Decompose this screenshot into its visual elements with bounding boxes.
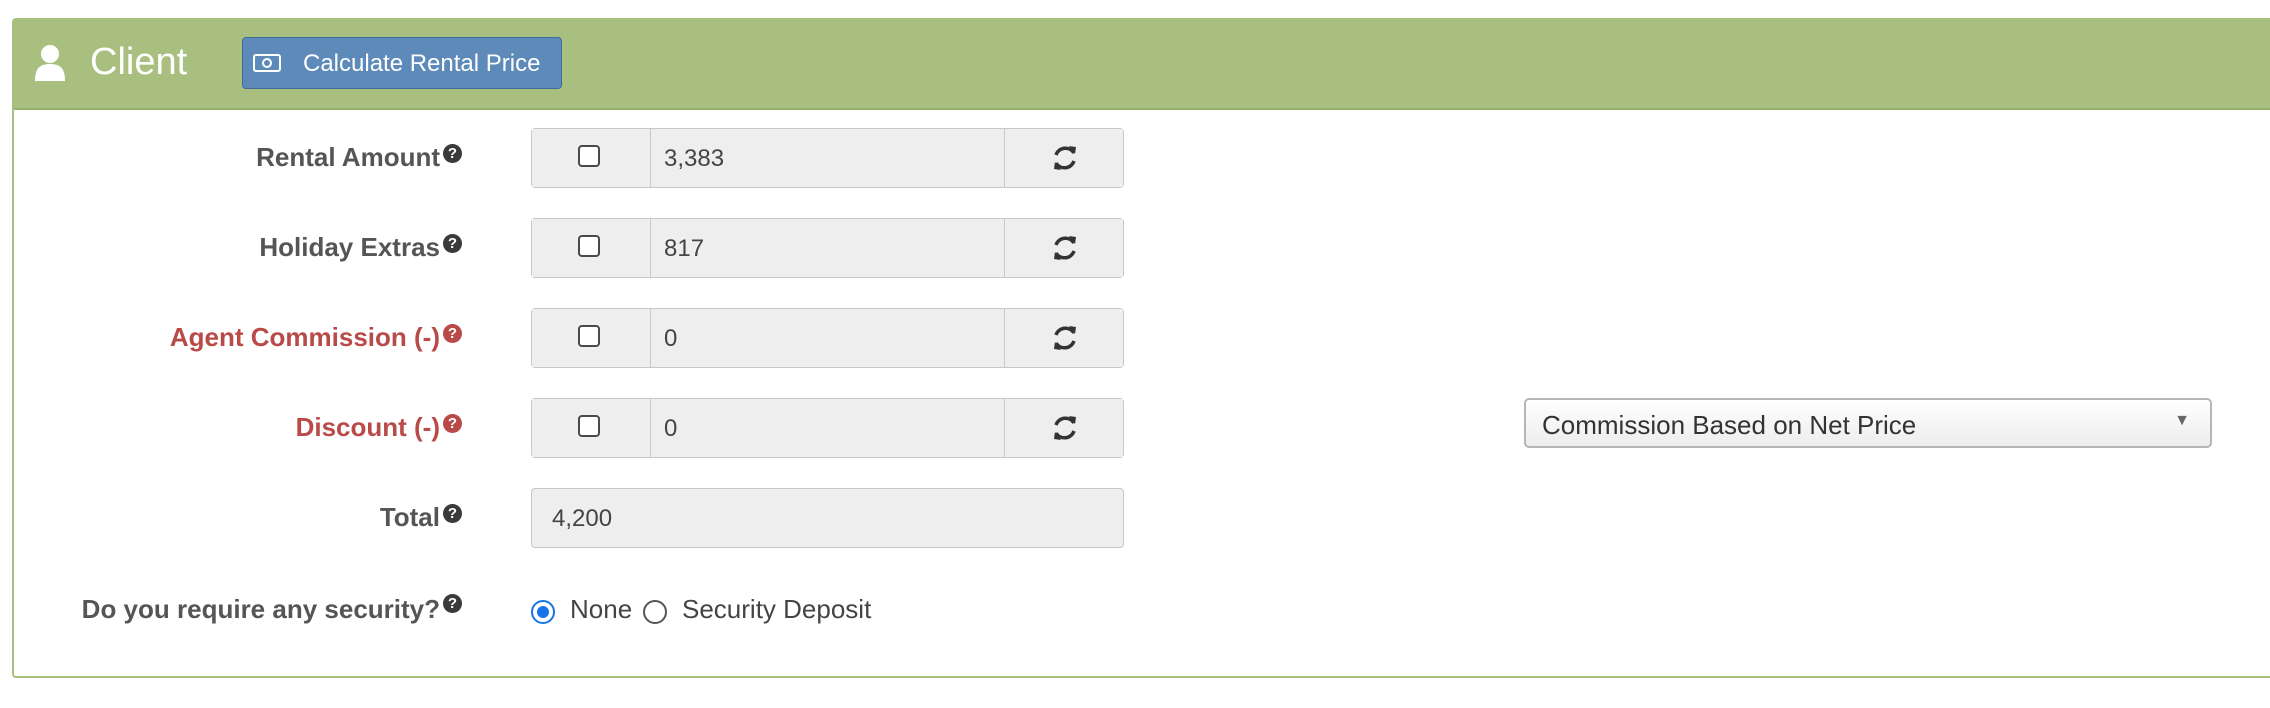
total-value: 4,200 xyxy=(552,505,613,532)
panel-header: Client Calculate Rental Price xyxy=(14,20,2270,110)
question-circle-icon[interactable]: ? xyxy=(443,504,462,523)
discount-checkbox[interactable] xyxy=(578,415,600,437)
total-label: Total xyxy=(379,502,440,532)
agent-commission-group: 0 xyxy=(531,308,1124,368)
panel-title: Client xyxy=(90,41,188,83)
caret-down-icon: ▼ xyxy=(2174,412,2190,429)
rental-amount-input[interactable]: 3,383 xyxy=(664,145,724,173)
security-none-radio[interactable] xyxy=(531,600,555,624)
discount-refresh-button[interactable] xyxy=(1004,399,1123,457)
discount-input[interactable]: 0 xyxy=(664,415,677,443)
holiday-extras-checkbox-addon xyxy=(532,219,651,277)
question-circle-icon[interactable]: ? xyxy=(443,414,462,433)
question-circle-icon[interactable]: ? xyxy=(443,144,462,163)
refresh-icon xyxy=(1054,326,1076,350)
total-field: 4,200 xyxy=(531,488,1124,548)
calculate-button-label: Calculate Rental Price xyxy=(303,50,541,77)
commission-type-value: Commission Based on Net Price xyxy=(1542,410,1917,440)
holiday-extras-refresh-button[interactable] xyxy=(1004,219,1123,277)
discount-group: 0 xyxy=(531,398,1124,458)
agent-commission-input[interactable]: 0 xyxy=(664,325,677,353)
rental-amount-label: Rental Amount xyxy=(256,142,440,172)
refresh-icon xyxy=(1054,416,1076,440)
question-circle-icon[interactable]: ? xyxy=(443,234,462,253)
rental-amount-checkbox[interactable] xyxy=(578,145,600,167)
rental-amount-group: 3,383 xyxy=(531,128,1124,188)
question-circle-icon[interactable]: ? xyxy=(443,594,462,613)
holiday-extras-input[interactable]: 817 xyxy=(664,235,704,263)
security-question-label: Do you require any security? xyxy=(81,594,440,624)
agent-commission-refresh-button[interactable] xyxy=(1004,309,1123,367)
discount-label: Discount (-) xyxy=(295,412,440,442)
security-deposit-radio[interactable] xyxy=(643,600,667,624)
agent-commission-checkbox-addon xyxy=(532,309,651,367)
calculate-rental-price-button[interactable]: Calculate Rental Price xyxy=(242,37,562,89)
rental-amount-refresh-button[interactable] xyxy=(1004,129,1123,187)
holiday-extras-group: 817 xyxy=(531,218,1124,278)
agent-commission-checkbox[interactable] xyxy=(578,325,600,347)
commission-type-select[interactable]: Commission Based on Net Price ▼ xyxy=(1524,398,2212,448)
discount-checkbox-addon xyxy=(532,399,651,457)
user-icon xyxy=(35,45,65,81)
question-circle-icon[interactable]: ? xyxy=(443,324,462,343)
holiday-extras-checkbox[interactable] xyxy=(578,235,600,257)
money-icon xyxy=(253,54,281,72)
agent-commission-label: Agent Commission (-) xyxy=(169,322,440,352)
security-none-label[interactable]: None xyxy=(570,594,632,625)
holiday-extras-label: Holiday Extras xyxy=(259,232,440,262)
refresh-icon xyxy=(1054,236,1076,260)
refresh-icon xyxy=(1054,146,1076,170)
rental-amount-checkbox-addon xyxy=(532,129,651,187)
security-deposit-label[interactable]: Security Deposit xyxy=(682,594,871,625)
